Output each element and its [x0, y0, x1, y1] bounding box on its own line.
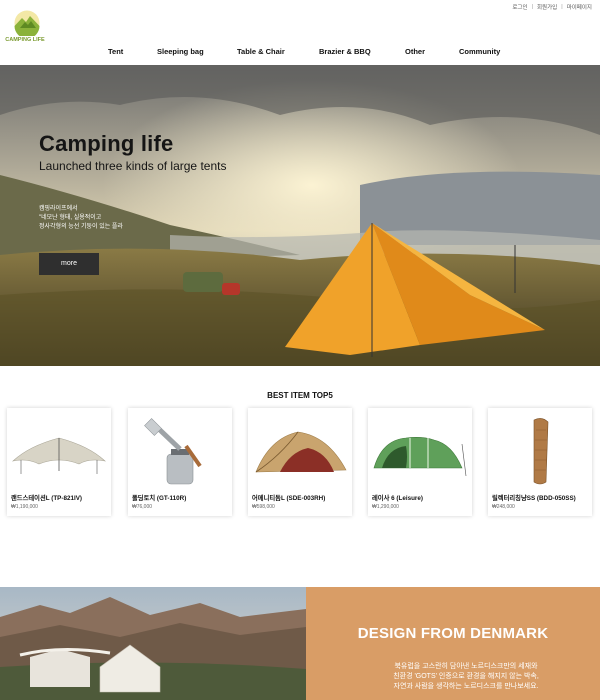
best-items-title: BEST ITEM TOP5 [267, 391, 333, 400]
signup-link[interactable]: 회원가입 [537, 3, 557, 11]
more-button[interactable]: more [39, 253, 99, 275]
product-price: ₩1,190,000 [11, 504, 38, 510]
product-name: 어메니티돔L (SDE-003RH) [252, 495, 326, 502]
product-card[interactable]: 레이사 6 (Leisure) ₩1,290,000 [368, 408, 472, 516]
login-link[interactable]: 로그인 [512, 3, 527, 11]
product-name: 레이사 6 (Leisure) [372, 495, 423, 502]
glamping-image [0, 587, 306, 700]
nav-sleeping-bag[interactable]: Sleeping bag [157, 47, 204, 56]
nav-community[interactable]: Community [459, 47, 500, 56]
hero-title: Camping life [39, 131, 174, 156]
product-card[interactable]: 릴렉터리칭냥SS (BDD-050SS) ₩248,000 [488, 408, 592, 516]
sleeping-bag-image [533, 418, 549, 485]
product-price: ₩598,000 [252, 504, 275, 510]
nav-table-chair[interactable]: Table & Chair [237, 47, 285, 56]
product-card[interactable]: 폴딩토치 (GT-110R) ₩76,000 [128, 408, 232, 516]
product-name: 폴딩토치 (GT-110R) [132, 495, 187, 502]
tarp-tent-image [12, 437, 106, 474]
hero-banner: Camping life Launched three kinds of lar… [0, 65, 600, 366]
tunnel-tent-image [373, 437, 467, 477]
denmark-description: 북유럽을 고스란히 담아낸 노르디스크만의 세재와 친환경 'GOTS' 인증으… [393, 663, 539, 690]
product-price: ₩248,000 [492, 504, 515, 510]
nav-brazier-bbq[interactable]: Brazier & BBQ [319, 47, 371, 56]
product-price: ₩1,290,000 [372, 504, 399, 510]
mountain-camp-illustration [0, 587, 306, 700]
dome-tent-image [255, 431, 347, 473]
divider: | [561, 4, 563, 10]
product-name: 랜드스테이션L (TP-821IV) [11, 495, 83, 502]
site-logo[interactable]: CAMPING LIFE [5, 10, 46, 50]
main-nav: Tent Sleeping bag Table & Chair Brazier … [0, 47, 600, 59]
product-card[interactable]: 어메니티돔L (SDE-003RH) ₩598,000 [248, 408, 352, 516]
mypage-link[interactable]: 마이페이지 [567, 3, 592, 11]
denmark-panel: DESIGN FROM DENMARK 북유럽을 고스란히 담아낸 노르디스크만… [306, 587, 600, 700]
nav-tent[interactable]: Tent [108, 47, 123, 56]
mountain-logo-icon [14, 10, 40, 36]
hero-subtitle: Launched three kinds of large tents [39, 159, 227, 173]
divider: | [531, 4, 533, 10]
product-price: ₩76,000 [132, 504, 153, 510]
nav-other[interactable]: Other [405, 47, 425, 56]
product-name: 릴렉터리칭냥SS (BDD-050SS) [492, 495, 576, 502]
hero-description: 캠핑라이프에서 "네모난 형태, 실용적이고 정사각형의 능선 기둥이 있는 플… [39, 206, 123, 230]
denmark-title: DESIGN FROM DENMARK [357, 625, 549, 642]
product-card[interactable]: 랜드스테이션L (TP-821IV) ₩1,190,000 [7, 408, 111, 516]
folding-torch-image [144, 418, 202, 485]
logo-text: CAMPING LIFE [5, 37, 45, 43]
utility-links: 로그인 | 회원가입 | 마이페이지 [512, 3, 592, 11]
